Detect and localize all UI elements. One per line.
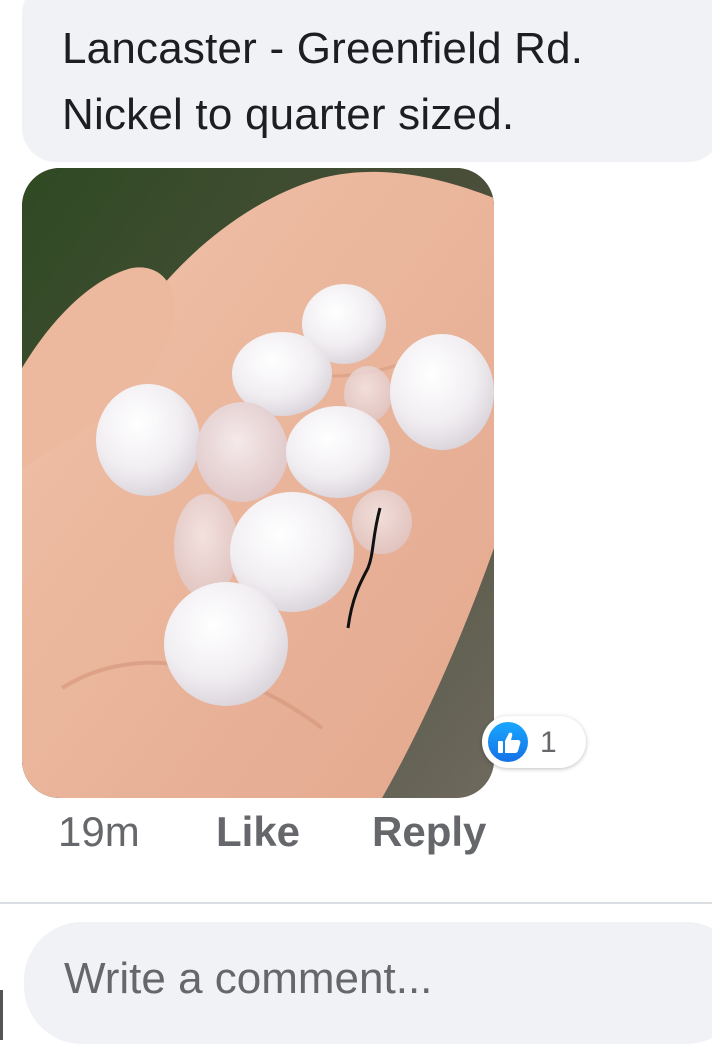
reply-button[interactable]: Reply	[372, 808, 486, 856]
divider	[0, 902, 712, 904]
thumbs-up-icon	[486, 720, 530, 764]
comment-text: Lancaster - Greenfield Rd. Nickel to qua…	[62, 16, 583, 148]
like-button[interactable]: Like	[216, 808, 300, 856]
reaction-count: 1	[540, 726, 557, 759]
edge-mark	[0, 990, 3, 1040]
comment-input-placeholder[interactable]: Write a comment...	[64, 954, 432, 1004]
comment-line: Lancaster - Greenfield Rd.	[62, 24, 584, 73]
comment-photo[interactable]	[22, 168, 494, 798]
comment-composer[interactable]: Write a comment...	[24, 922, 712, 1044]
comment-line: Nickel to quarter sized.	[62, 90, 515, 139]
comment-timestamp[interactable]: 19m	[58, 808, 140, 856]
reaction-summary[interactable]: 1	[482, 716, 586, 768]
hailstones-in-hand-photo	[22, 168, 494, 798]
